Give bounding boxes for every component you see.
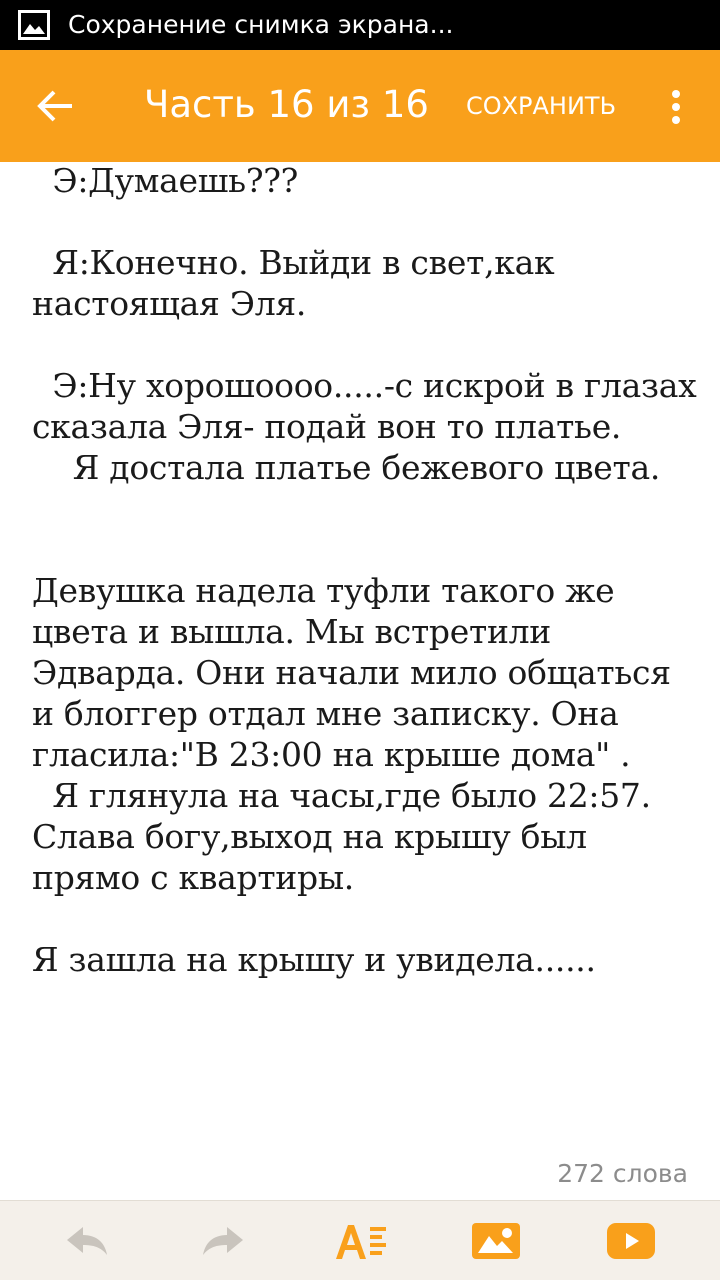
story-paragraph: Я достала платье бежевого цвета. [32,448,661,487]
status-bar: Сохранение снимка экрана... [0,0,720,50]
page-title: Часть 16 из 16 [144,83,429,126]
back-button[interactable] [22,72,90,140]
more-vertical-icon-dot [672,103,680,111]
insert-video-button[interactable] [596,1209,666,1273]
insert-image-icon [472,1223,520,1259]
redo-button[interactable] [188,1209,258,1273]
story-paragraph: Девушка надела туфли такого же цвета и в… [32,571,681,774]
story-paragraph [32,201,702,242]
text-format-button[interactable] [326,1209,396,1273]
status-notification-text: Сохранение снимка экрана... [68,10,454,39]
undo-icon [67,1227,107,1255]
insert-video-icon [607,1223,655,1259]
story-paragraph: Я зашла на крышу и увидела...... [32,940,596,979]
story-paragraph: Я глянула на часы,где было 22:57. Слава … [32,776,662,897]
app-bar: Часть 16 из 16 СОХРАНИТЬ [0,50,720,162]
word-count: 272 слова [557,1159,688,1188]
save-button[interactable]: СОХРАНИТЬ [450,80,632,132]
editor-toolbar [0,1200,720,1280]
story-paragraph [32,324,702,365]
story-paragraph [32,898,702,939]
more-vertical-icon [672,90,680,98]
story-paragraph [32,488,702,529]
story-paragraph: Э:Думаешь??? [32,161,298,200]
undo-button[interactable] [52,1209,122,1273]
redo-icon [203,1227,243,1255]
text-format-icon [336,1225,386,1259]
more-vertical-icon-dot [672,116,680,124]
insert-image-button[interactable] [461,1209,531,1273]
story-paragraph: Я:Конечно. Выйди в свет,как настоящая Эл… [32,243,565,323]
story-paragraph: Э:Ну хорошоооо.....-с искрой в глазах ск… [32,366,697,446]
story-text-editor[interactable]: Э:Думаешь??? Я:Конечно. Выйди в свет,как… [32,160,702,1120]
image-icon [18,10,50,40]
story-paragraph [32,529,702,570]
more-options-button[interactable] [650,80,702,132]
arrow-left-icon [37,90,72,122]
